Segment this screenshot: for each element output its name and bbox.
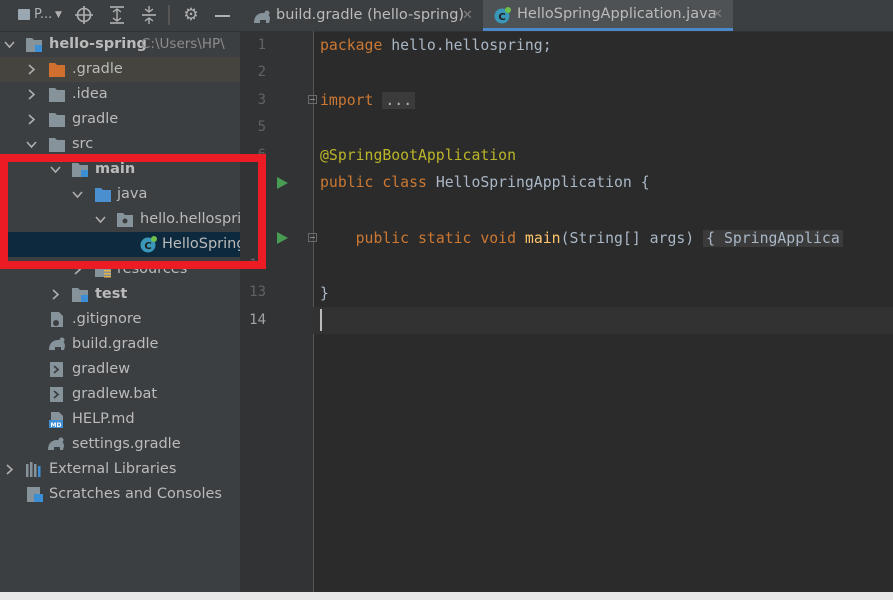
tab-label: HelloSpringApplication.java	[517, 6, 717, 22]
editor-tab-bar: build.gradle (hello-spring) ✕ C HelloSpr…	[240, 0, 893, 32]
collapse-all-icon[interactable]	[138, 4, 160, 26]
line-number: 1	[257, 37, 266, 53]
tree-item-test[interactable]: test	[0, 282, 240, 307]
chevron-down-icon[interactable]	[2, 32, 16, 57]
markdown-file-icon: MD	[48, 411, 66, 429]
tree-label: .idea	[72, 86, 108, 102]
expand-all-icon[interactable]	[106, 4, 128, 26]
chevron-right-icon[interactable]	[48, 282, 62, 307]
line-number: 3	[257, 92, 266, 108]
chevron-right-icon[interactable]	[24, 82, 38, 107]
project-panel-toolbar: P... ▼ ⚙	[0, 0, 240, 32]
run-gutter-icon[interactable]	[277, 232, 288, 244]
tree-root-label: hello-spring	[49, 36, 147, 52]
scratches-icon	[25, 486, 43, 503]
project-view-dropdown[interactable]: P... ▼	[18, 4, 62, 26]
code-line: public class HelloSpringApplication {	[320, 174, 650, 191]
tree-label: .gitignore	[72, 311, 142, 327]
project-view-label: P...	[34, 7, 53, 22]
line-number: 5	[257, 119, 266, 135]
target-icon[interactable]	[72, 4, 96, 26]
line-number: 2	[257, 64, 266, 80]
folder-icon	[48, 136, 66, 153]
tab-hello-spring-application[interactable]: C HelloSpringApplication.java ✕	[483, 0, 733, 31]
ignore-file-icon	[48, 311, 66, 328]
tree-item-gradlew[interactable]: gradlew	[0, 357, 240, 382]
folded-imports[interactable]: ...	[382, 92, 416, 109]
minimize-icon[interactable]	[212, 4, 234, 26]
tree-item-settings-gradle[interactable]: settings.gradle	[0, 432, 240, 457]
excluded-folder-icon	[48, 61, 66, 78]
tree-item-build-gradle[interactable]: build.gradle	[0, 332, 240, 357]
tab-build-gradle[interactable]: build.gradle (hello-spring) ✕	[240, 0, 483, 31]
chevron-down-icon: ▼	[55, 10, 62, 20]
code-line: public static void main(String[] args) {…	[320, 225, 843, 252]
line-number: 14	[249, 312, 266, 328]
code-editor[interactable]: package hello.hellospring; import ... @S…	[314, 31, 893, 592]
toolbar-divider	[168, 5, 170, 25]
tree-label: build.gradle	[72, 336, 159, 352]
tab-label: build.gradle (hello-spring)	[276, 7, 465, 23]
tree-item-gradle[interactable]: gradle	[0, 107, 240, 132]
script-file-icon	[48, 361, 66, 378]
tree-item-help-md[interactable]: MD HELP.md	[0, 407, 240, 432]
project-icon	[18, 9, 30, 20]
highlight-box	[0, 154, 266, 269]
gear-icon[interactable]: ⚙	[180, 4, 202, 26]
gradle-elephant-icon	[46, 436, 64, 453]
tree-label: settings.gradle	[72, 436, 181, 452]
tree-label: gradlew.bat	[72, 386, 158, 402]
tree-item-scratches[interactable]: Scratches and Consoles	[0, 482, 240, 507]
library-icon	[25, 461, 43, 478]
tree-label: Scratches and Consoles	[49, 486, 222, 502]
tree-label: test	[95, 286, 128, 302]
code-line: package hello.hellospring;	[320, 37, 552, 54]
run-gutter-icon[interactable]	[277, 177, 288, 189]
gradle-elephant-icon	[47, 336, 65, 353]
tree-label: .gradle	[72, 61, 123, 77]
tree-item-root[interactable]: hello-spring C:\Users\HP\	[0, 32, 240, 57]
tree-item-external-libraries[interactable]: External Libraries	[0, 457, 240, 482]
tree-root-path: C:\Users\HP\	[141, 36, 225, 52]
tree-label: External Libraries	[49, 461, 177, 477]
folded-method-body[interactable]: { SpringApplica	[703, 230, 843, 247]
svg-text:MD: MD	[51, 422, 62, 428]
chevron-right-icon[interactable]	[24, 57, 38, 82]
close-icon[interactable]: ✕	[462, 0, 473, 31]
tree-label: gradle	[72, 111, 119, 127]
script-file-icon	[48, 386, 66, 403]
module-folder-icon	[25, 36, 43, 53]
source-set-folder-icon	[71, 286, 89, 303]
chevron-right-icon[interactable]	[24, 107, 38, 132]
tree-item-gitignore[interactable]: .gitignore	[0, 307, 240, 332]
svg-text:C: C	[498, 12, 505, 23]
code-line: import ...	[320, 87, 416, 114]
text-caret	[320, 309, 322, 331]
tree-item-gradlew-bat[interactable]: gradlew.bat	[0, 382, 240, 407]
tree-label: gradlew	[72, 361, 131, 377]
folder-icon	[48, 86, 66, 103]
folder-icon	[48, 111, 66, 128]
status-strip	[0, 592, 893, 600]
line-number: 13	[249, 284, 266, 300]
tree-item-gradle-dir[interactable]: .gradle	[0, 57, 240, 82]
project-tool-window: P... ▼ ⚙ hello-spring C:\Users\HP\ .grad…	[0, 0, 240, 592]
close-icon[interactable]: ✕	[712, 0, 723, 30]
chevron-right-icon[interactable]	[2, 457, 16, 482]
code-line: @SpringBootApplication	[320, 147, 516, 164]
tree-label: HELP.md	[72, 411, 135, 427]
editor-gutter: 1 2 3 5 6 7 9 12 13 14	[240, 31, 317, 592]
tree-item-idea[interactable]: .idea	[0, 82, 240, 107]
code-line: }	[320, 285, 329, 302]
